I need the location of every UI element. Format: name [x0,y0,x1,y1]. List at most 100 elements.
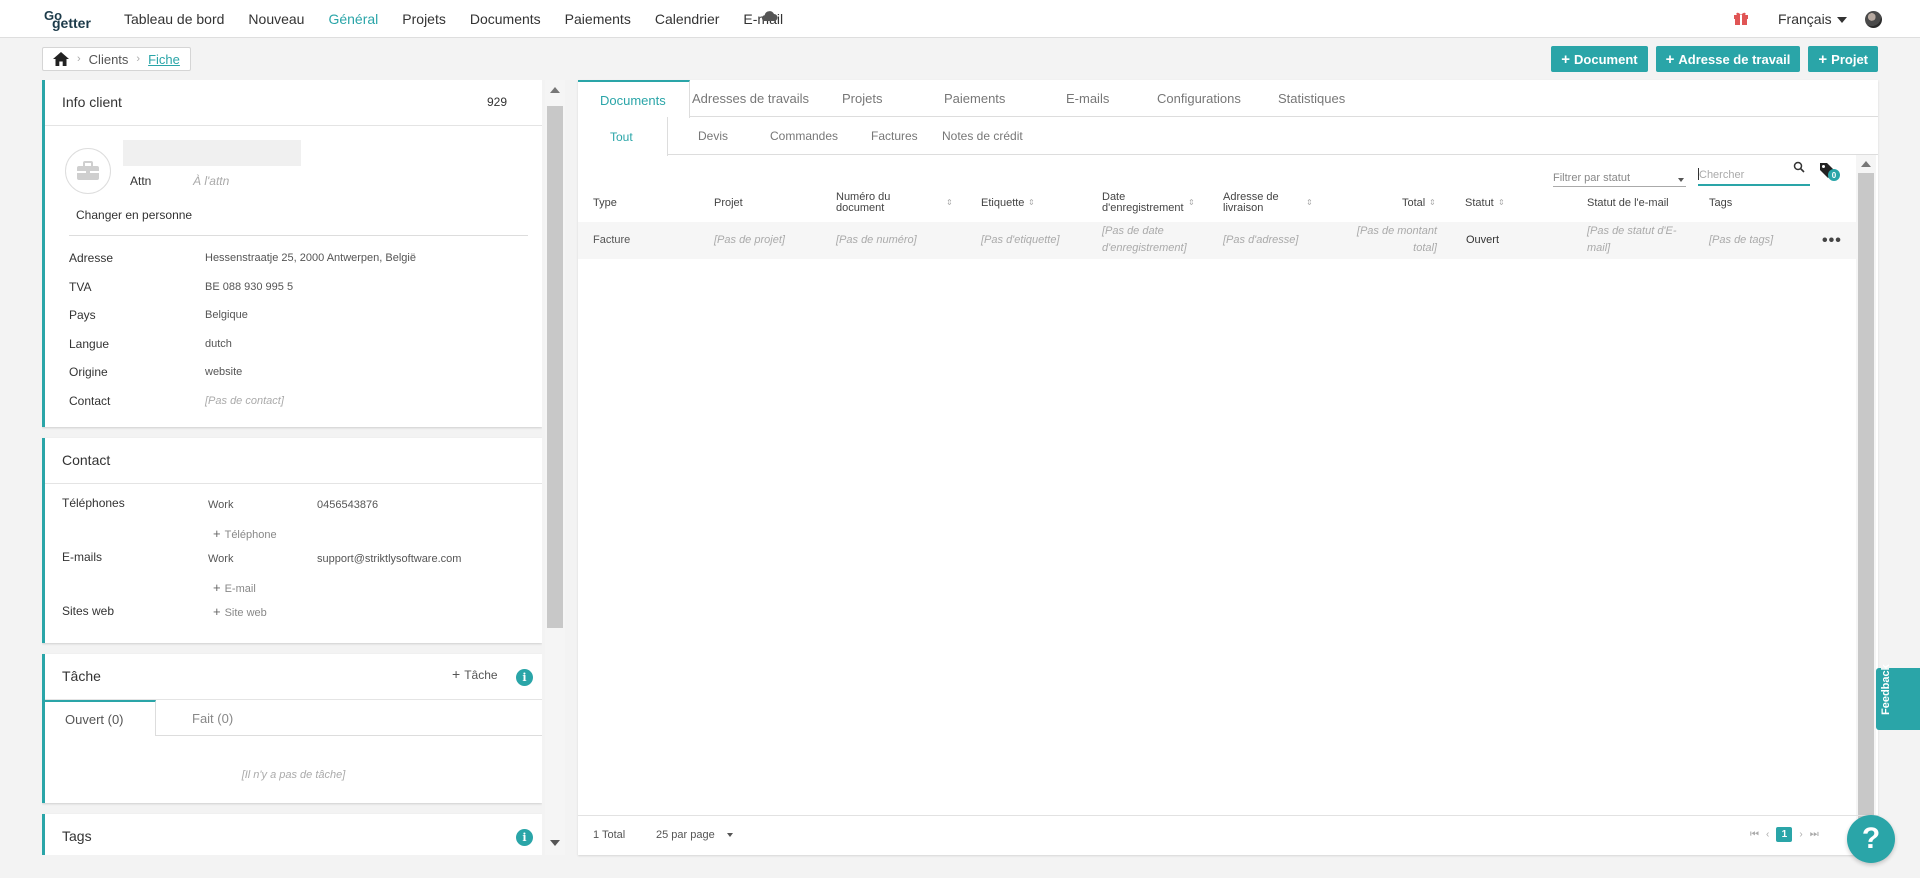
add-document-button[interactable]: + Document [1551,46,1648,72]
col-header-type[interactable]: Type [593,198,617,209]
col-header-date[interactable]: Date d'enregistrement [1102,192,1192,214]
user-avatar[interactable] [1865,11,1882,28]
top-navbar: Go getter Tableau de bord Nouveau Généra… [0,0,1920,38]
breadcrumb-fiche[interactable]: Fiche [148,52,180,67]
sort-icon[interactable]: ⇕ [1495,197,1505,208]
scroll-up-icon[interactable] [550,87,560,93]
tab-projects[interactable]: Projets [842,80,882,117]
tab-work-addresses[interactable]: Adresses de travails [692,80,809,117]
table-scrollbar[interactable] [1856,155,1876,825]
search-icon[interactable] [1793,161,1805,173]
nav-general[interactable]: Général [328,11,378,27]
tab-credit-notes[interactable]: Notes de crédit [942,117,1023,155]
sort-icon[interactable]: ⇕ [1426,197,1436,208]
no-task-message: [Il n'y a pas de tâche] [241,769,346,781]
add-task-button[interactable]: + Tâche [452,666,498,682]
page-number-button[interactable]: 1 [1776,827,1793,842]
tab-invoices[interactable]: Factures [871,117,918,155]
caret-down-icon [726,833,733,838]
tab-done-tasks[interactable]: Fait (0) [192,700,233,736]
prev-page-icon[interactable]: ‹ [1766,829,1769,840]
nav-projects[interactable]: Projets [402,11,446,27]
tab-open-tasks[interactable]: Ouvert (0) [45,700,156,736]
nav-documents[interactable]: Documents [470,11,541,27]
per-page-select[interactable]: 25 par page [656,829,733,841]
language-select[interactable]: Français [1778,11,1847,27]
cloud-icon[interactable] [760,10,778,22]
add-phone-button[interactable]: + Téléphone [213,526,277,541]
tab-emails[interactable]: E-mails [1066,80,1109,117]
add-work-address-button[interactable]: + Adresse de travail [1655,46,1801,72]
gogetter-logo[interactable]: Go getter [44,8,102,31]
client-name-field[interactable] [123,140,301,166]
status-filter-select[interactable]: Filtrer par statut [1553,167,1686,187]
sort-icon[interactable]: ⇕ [1185,197,1195,208]
vat-value[interactable]: BE 088 930 995 5 [205,281,293,293]
add-website-button[interactable]: + Site web [213,604,267,619]
home-icon[interactable] [53,52,69,66]
tab-quotes[interactable]: Devis [698,117,728,155]
nav-dashboard[interactable]: Tableau de bord [124,11,224,27]
col-header-status[interactable]: Statut [1465,198,1494,209]
add-project-button[interactable]: + Projet [1808,46,1878,72]
origin-value[interactable]: website [205,366,242,378]
nav-new[interactable]: Nouveau [248,11,304,27]
language-value[interactable]: dutch [205,338,232,350]
col-header-label[interactable]: Etiquette [981,198,1024,209]
country-value[interactable]: Belgique [205,309,248,321]
nav-payments[interactable]: Paiements [565,11,631,27]
language-label: Langue [69,337,110,351]
phone-value[interactable]: 0456543876 [317,499,378,511]
col-header-address[interactable]: Adresse de livraison [1223,192,1293,214]
tab-configurations[interactable]: Configurations [1157,80,1241,117]
email-value[interactable]: support@striktlysoftware.com [317,553,461,565]
tags-header: Tags i [45,814,542,855]
more-actions-icon[interactable]: ••• [1822,232,1842,250]
col-header-email-status[interactable]: Statut de l'e-mail [1587,198,1669,209]
tab-all[interactable]: Tout [578,117,668,156]
caret-down-icon [1836,17,1847,24]
sort-icon[interactable]: ⇕ [943,197,953,208]
left-scrollbar[interactable] [545,80,565,855]
breadcrumb-clients[interactable]: Clients [89,52,129,67]
table-footer: 1 Total 25 par page ⏮ ‹ 1 › ⏭ [578,815,1878,855]
client-avatar[interactable] [65,148,111,194]
col-header-total[interactable]: Total [1402,198,1425,209]
scrollbar-thumb[interactable] [1858,173,1874,823]
tab-payments[interactable]: Paiements [944,80,1005,117]
sort-icon[interactable]: ⇕ [1025,197,1035,208]
next-page-icon[interactable]: › [1799,829,1802,840]
attn-field[interactable]: À l'attn [193,174,229,188]
first-page-icon[interactable]: ⏮ [1750,829,1759,840]
table-row[interactable]: Facture [Pas de projet] [Pas de numéro] … [578,222,1856,259]
col-header-project[interactable]: Projet [714,198,743,209]
last-page-icon[interactable]: ⏭ [1810,829,1819,840]
status-filter-placeholder: Filtrer par statut [1553,172,1631,184]
document-type-tabs: Tout Devis Commandes Factures Notes de c… [578,117,1878,156]
sort-icon[interactable]: ⇕ [1303,197,1313,208]
plus-icon: + [213,580,221,595]
info-icon[interactable]: i [516,829,533,846]
scrollbar-thumb[interactable] [547,106,563,628]
tab-statistics[interactable]: Statistiques [1278,80,1345,117]
tab-documents[interactable]: Documents [578,80,690,118]
gift-icon[interactable] [1733,10,1749,26]
phone-type[interactable]: Work [208,499,233,511]
address-value[interactable]: Hessenstraatje 25, 2000 Antwerpen, Belgi… [205,252,416,264]
help-button[interactable]: ? [1847,815,1895,863]
email-type[interactable]: Work [208,553,233,565]
scroll-up-icon[interactable] [1861,161,1871,167]
tab-orders[interactable]: Commandes [770,117,838,155]
add-email-button[interactable]: + E-mail [213,580,256,595]
feedback-tab[interactable]: Feedback [1876,664,1920,730]
address-label: Adresse [69,251,114,265]
tags-card: Tags i [42,814,542,855]
col-header-number[interactable]: Numéro du document [836,192,916,214]
add-task-label: Tâche [464,668,498,682]
change-to-person-link[interactable]: Changer en personne [76,208,192,222]
info-icon[interactable]: i [516,669,533,686]
scroll-down-icon[interactable] [550,840,560,846]
col-header-tags[interactable]: Tags [1709,198,1732,209]
nav-calendar[interactable]: Calendrier [655,11,720,27]
contact-value[interactable]: [Pas de contact] [205,395,284,407]
